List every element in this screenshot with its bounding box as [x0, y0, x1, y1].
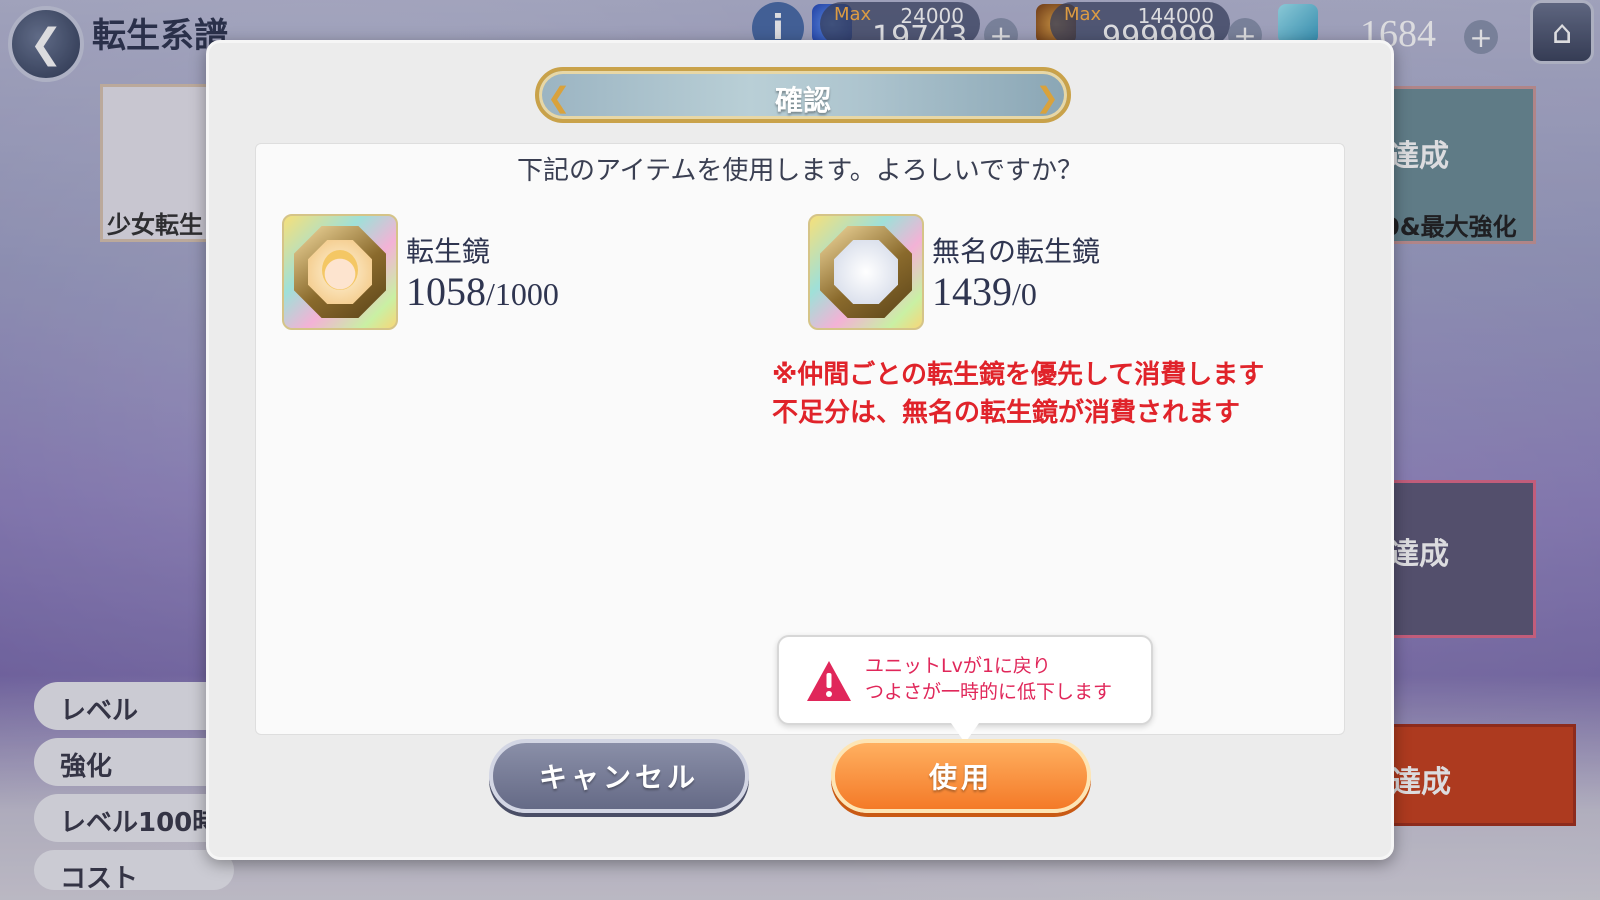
consumption-note: ※仲間ごとの転生鏡を優先して消費します 不足分は、無名の転生鏡が消費されます: [772, 356, 1264, 432]
dialog-title: 確認: [774, 84, 831, 117]
use-button[interactable]: 使用: [831, 739, 1091, 813]
item-mirror-owned: 1058: [406, 269, 486, 314]
cancel-button[interactable]: キャンセル: [489, 739, 749, 813]
warning-text: ユニットLvが1に戻り つよさが一時的に低下します: [865, 653, 1112, 705]
confirm-dialog: ❮ ❯ 確認 下記のアイテムを使用します。よろしいですか？ 転生鏡 1058/1…: [206, 40, 1394, 860]
dialog-question: 下記のアイテムを使用します。よろしいですか？: [516, 156, 1084, 186]
dialog-title-plate: ❮ ❯ 確認: [535, 67, 1071, 123]
item-nameless-name: 無名の転生鏡: [932, 235, 1101, 268]
warning-icon: [807, 661, 851, 701]
note-line-2: 不足分は、無名の転生鏡が消費されます: [772, 398, 1241, 428]
mirror-frame-icon: [294, 226, 386, 318]
item-mirror-required: /1000: [486, 276, 559, 312]
nameless-mirror-icon: [808, 214, 924, 330]
item-nameless-required: /0: [1012, 276, 1037, 312]
warning-tooltip: ユニットLvが1に戻り つよさが一時的に低下します: [777, 635, 1153, 743]
item-nameless-mirror: 無名の転生鏡 1439/0: [808, 214, 1148, 334]
item-nameless-owned: 1439: [932, 269, 1012, 314]
character-face-icon: [322, 250, 358, 290]
item-mirror-count: 1058/1000: [406, 268, 559, 315]
item-nameless-count: 1439/0: [932, 268, 1037, 315]
character-mirror-icon: [282, 214, 398, 330]
item-mirror: 転生鏡 1058/1000: [282, 214, 622, 334]
nameless-glass-icon: [834, 240, 898, 304]
item-mirror-name: 転生鏡: [406, 235, 491, 268]
warning-line-2: つよさが一時的に低下します: [865, 681, 1113, 703]
warning-line-1: ユニットLvが1に戻り: [865, 655, 1051, 677]
nameless-frame-icon: [820, 226, 912, 318]
mirror-face-icon: [308, 240, 372, 304]
note-line-1: ※仲間ごとの転生鏡を優先して消費します: [772, 360, 1265, 390]
